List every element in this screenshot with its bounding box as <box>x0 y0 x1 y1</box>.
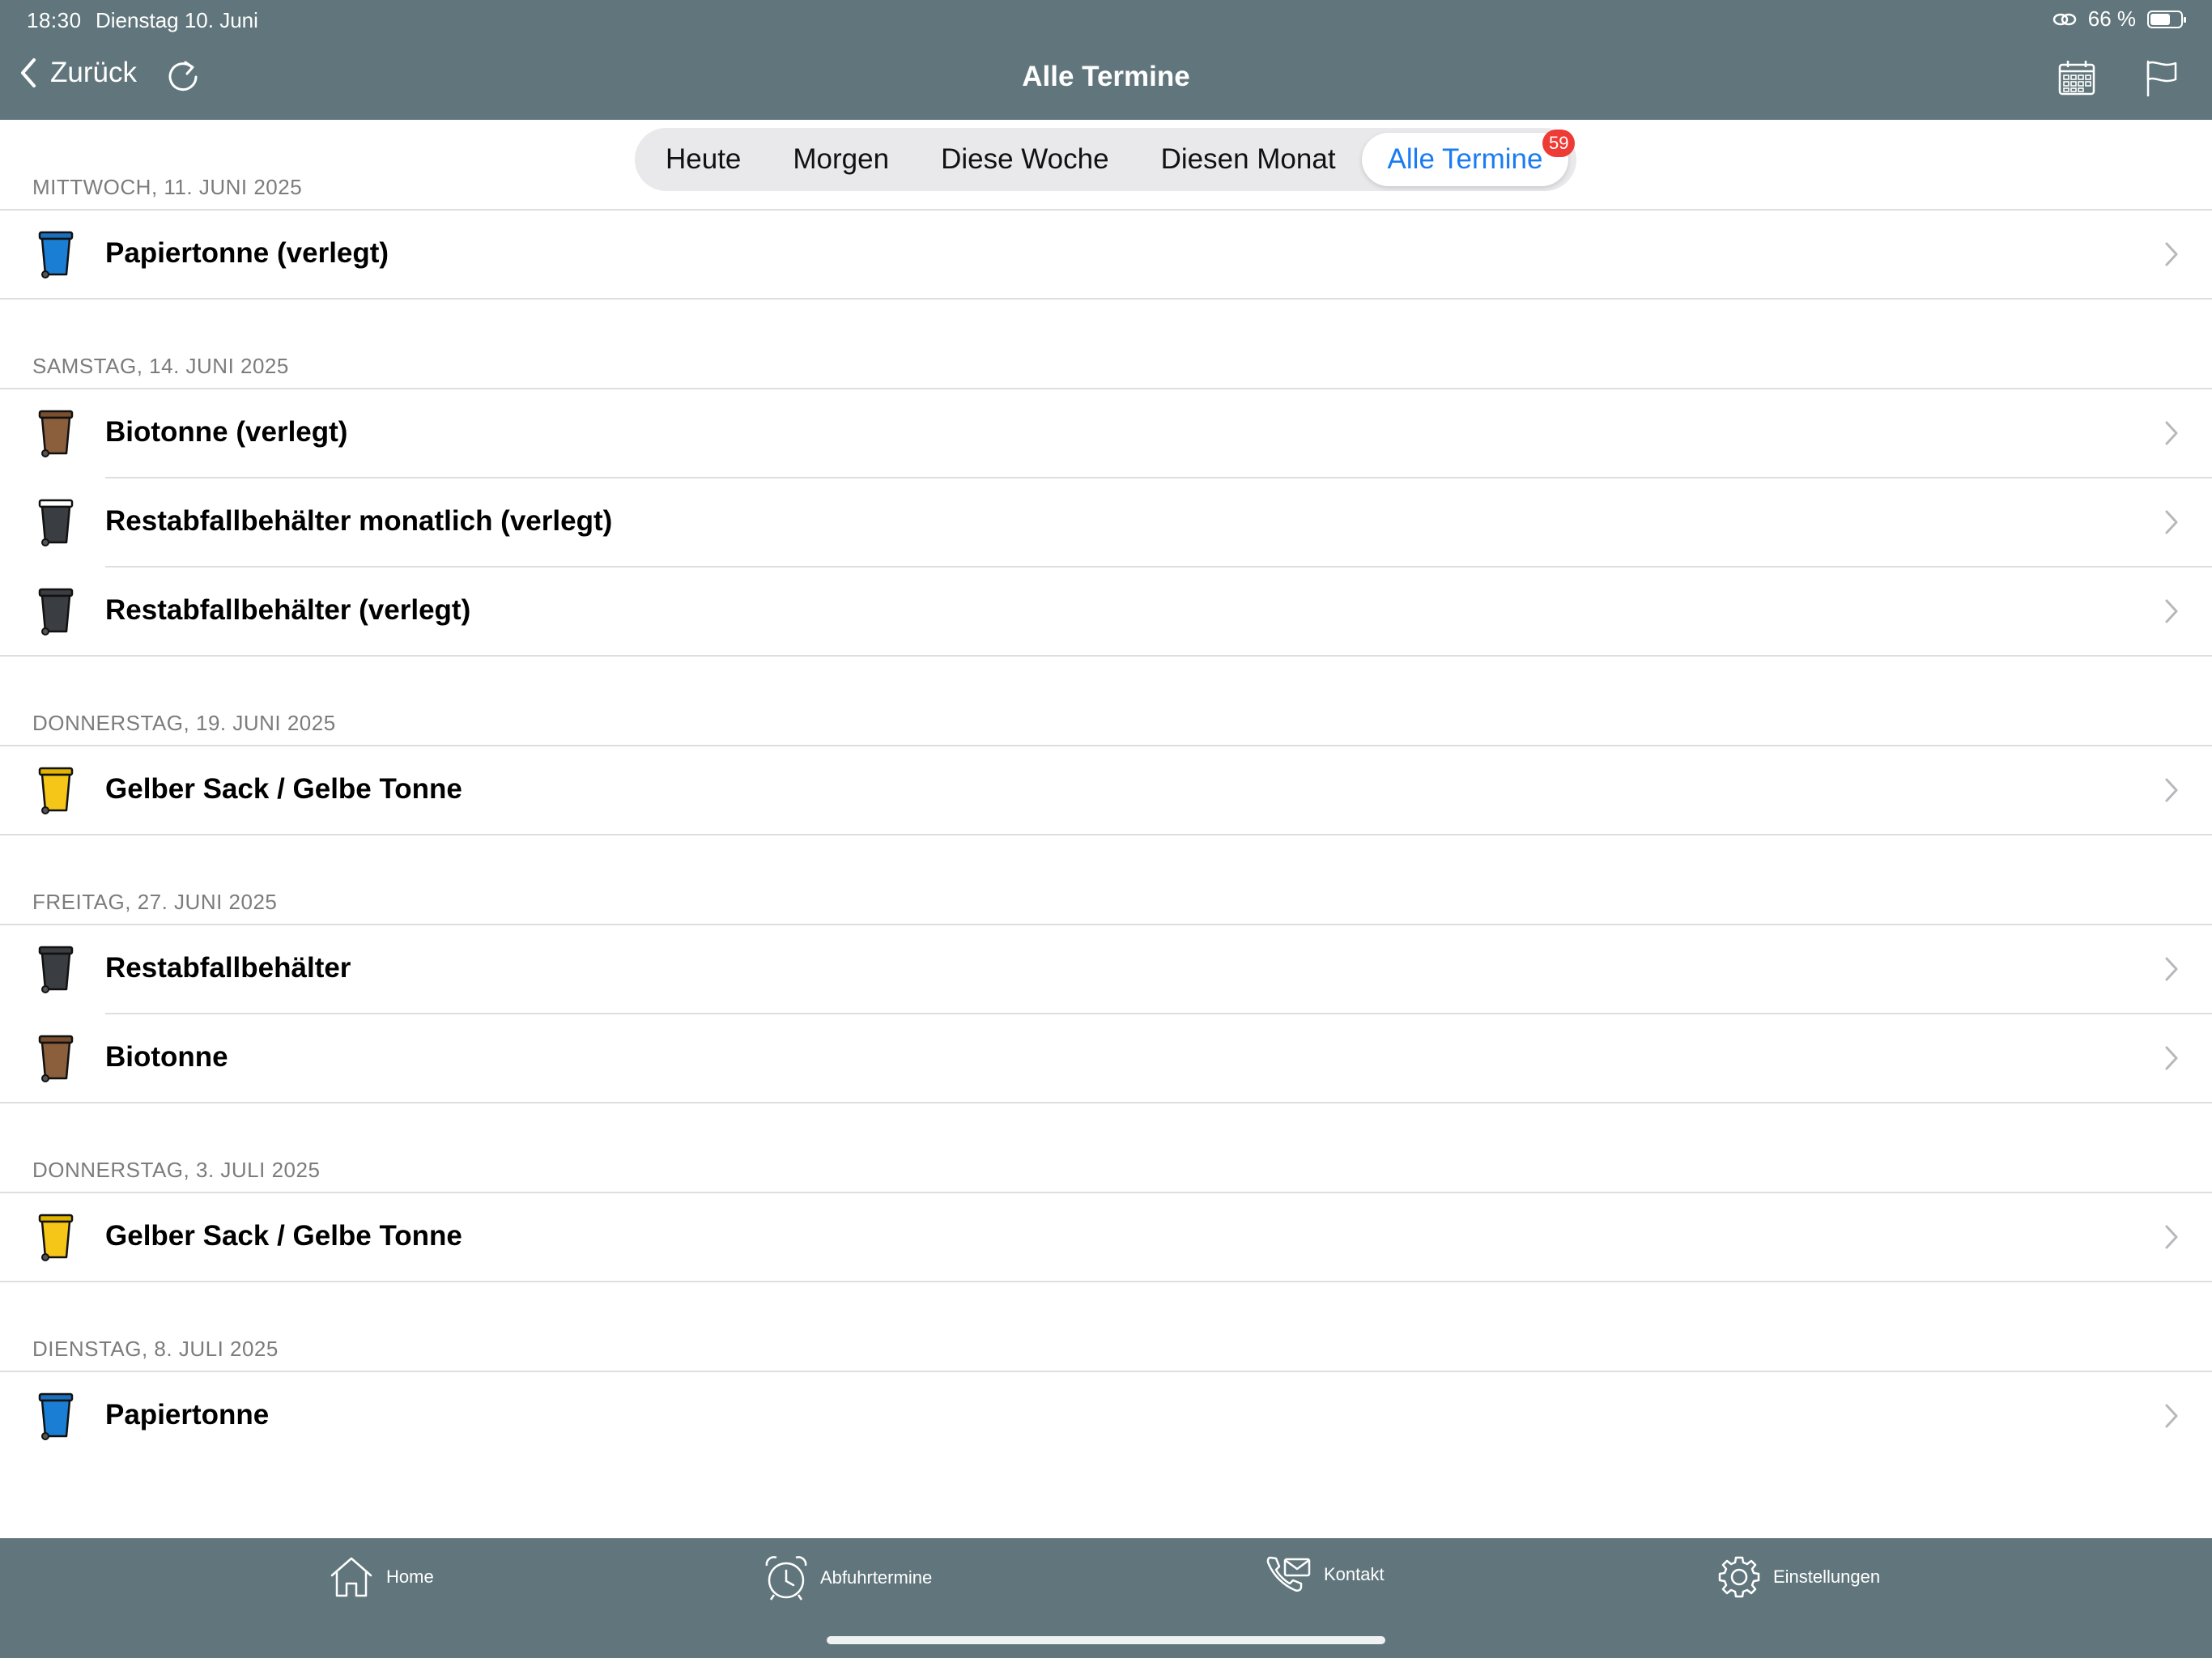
tab-kontakt[interactable]: Kontakt <box>1266 1554 1385 1595</box>
chevron-right-icon <box>2165 510 2178 534</box>
segment-alle-termine[interactable]: Alle Termine 59 <box>1361 130 1576 186</box>
home-icon <box>330 1557 372 1597</box>
item-label: Restabfallbehälter <box>105 952 351 984</box>
item-label: Papiertonne (verlegt) <box>105 237 389 269</box>
list-item[interactable]: Papiertonne (verlegt) <box>0 210 2212 299</box>
tab-abfuhrtermine[interactable]: Abfuhrtermine <box>764 1554 932 1601</box>
segment-heute[interactable]: Heute <box>640 133 767 186</box>
tab-home[interactable]: Home <box>328 1554 434 1600</box>
list-item[interactable]: Restabfallbehälter <box>0 925 2212 1014</box>
battery-percent: 66 % <box>2087 6 2136 31</box>
divider <box>0 834 2212 835</box>
blue-bin-icon <box>36 229 76 279</box>
section-date: MITTWOCH, 11. JUNI 2025 <box>32 175 303 199</box>
status-indicators: 66 % <box>2052 6 2186 32</box>
divider <box>0 655 2212 657</box>
contact-mail-phone-icon <box>1266 1556 1311 1592</box>
count-badge: 59 <box>1542 130 1576 157</box>
item-label: Gelber Sack / Gelbe Tonne <box>105 773 462 805</box>
brown-bin-icon <box>36 1033 76 1083</box>
item-label: Papiertonne <box>105 1399 270 1431</box>
chevron-right-icon <box>2165 242 2178 266</box>
segment-morgen[interactable]: Morgen <box>767 133 915 186</box>
list-item[interactable]: Gelber Sack / Gelbe Tonne <box>0 1192 2212 1282</box>
flag-icon[interactable] <box>2142 58 2180 97</box>
tab-abfuhrtermine-label: Abfuhrtermine <box>820 1567 933 1588</box>
chevron-right-icon <box>2165 778 2178 802</box>
home-indicator[interactable] <box>827 1636 1385 1644</box>
section-date: FREITAG, 27. JUNI 2025 <box>32 890 278 914</box>
list-item[interactable]: Restabfallbehälter monatlich (verlegt) <box>0 478 2212 567</box>
tab-kontakt-label: Kontakt <box>1324 1564 1385 1584</box>
divider <box>0 1102 2212 1103</box>
tab-bar: Home Abfuhrtermine Kontakt Einstellungen <box>0 1538 2212 1658</box>
yellow-bin-icon <box>36 765 76 815</box>
list-item[interactable]: Gelber Sack / Gelbe Tonne <box>0 746 2212 835</box>
item-label: Gelber Sack / Gelbe Tonne <box>105 1220 462 1252</box>
chevron-right-icon <box>2165 1046 2178 1070</box>
section-date: DIENSTAG, 8. JULI 2025 <box>32 1337 279 1361</box>
list-item[interactable]: Restabfallbehälter (verlegt) <box>0 567 2212 656</box>
black-bin-icon <box>36 497 76 547</box>
segment-diese-woche[interactable]: Diese Woche <box>915 133 1135 186</box>
list-item[interactable]: Papiertonne <box>0 1371 2212 1460</box>
item-label: Biotonne (verlegt) <box>105 416 348 448</box>
chevron-right-icon <box>2165 599 2178 623</box>
page-title: Alle Termine <box>1022 61 1190 92</box>
list-item[interactable]: Biotonne <box>0 1014 2212 1103</box>
chevron-right-icon <box>2165 1404 2178 1428</box>
filter-segmented-control: Heute Morgen Diese Woche Diesen Monat Al… <box>635 128 1576 191</box>
segment-alle-termine-label: Alle Termine <box>1387 143 1543 175</box>
yellow-bin-icon <box>36 1212 76 1262</box>
item-label: Restabfallbehälter (verlegt) <box>105 594 471 626</box>
link-icon <box>2052 13 2076 25</box>
tab-einstellungen[interactable]: Einstellungen <box>1716 1554 1880 1600</box>
segment-diesen-monat[interactable]: Diesen Monat <box>1135 133 1362 186</box>
list-item[interactable]: Biotonne (verlegt) <box>0 389 2212 478</box>
chevron-right-icon <box>2165 1225 2178 1249</box>
tab-home-label: Home <box>386 1567 434 1587</box>
status-date: Dienstag 10. Juni <box>96 8 258 32</box>
alarm-clock-icon <box>765 1556 807 1601</box>
section-date: DONNERSTAG, 19. JUNI 2025 <box>32 711 336 735</box>
divider <box>0 1281 2212 1282</box>
gear-icon <box>1718 1556 1760 1598</box>
blue-bin-icon <box>36 1391 76 1441</box>
status-time: 18:30 <box>27 8 82 32</box>
black-bin-icon <box>36 586 76 636</box>
item-label: Biotonne <box>105 1041 228 1073</box>
divider <box>0 298 2212 300</box>
chevron-right-icon <box>2165 957 2178 981</box>
calendar-icon[interactable] <box>2057 58 2096 97</box>
black-bin-icon <box>36 944 76 994</box>
chevron-right-icon <box>2165 421 2178 445</box>
tab-einstellungen-label: Einstellungen <box>1773 1567 1881 1587</box>
section-date: DONNERSTAG, 3. JULI 2025 <box>32 1158 321 1182</box>
section-date: SAMSTAG, 14. JUNI 2025 <box>32 354 289 378</box>
brown-bin-icon <box>36 408 76 458</box>
navigation-bar: 18:30 Dienstag 10. Juni 66 % Zurück Alle… <box>0 0 2212 120</box>
battery-icon <box>2147 10 2186 28</box>
item-label: Restabfallbehälter monatlich (verlegt) <box>105 505 613 537</box>
